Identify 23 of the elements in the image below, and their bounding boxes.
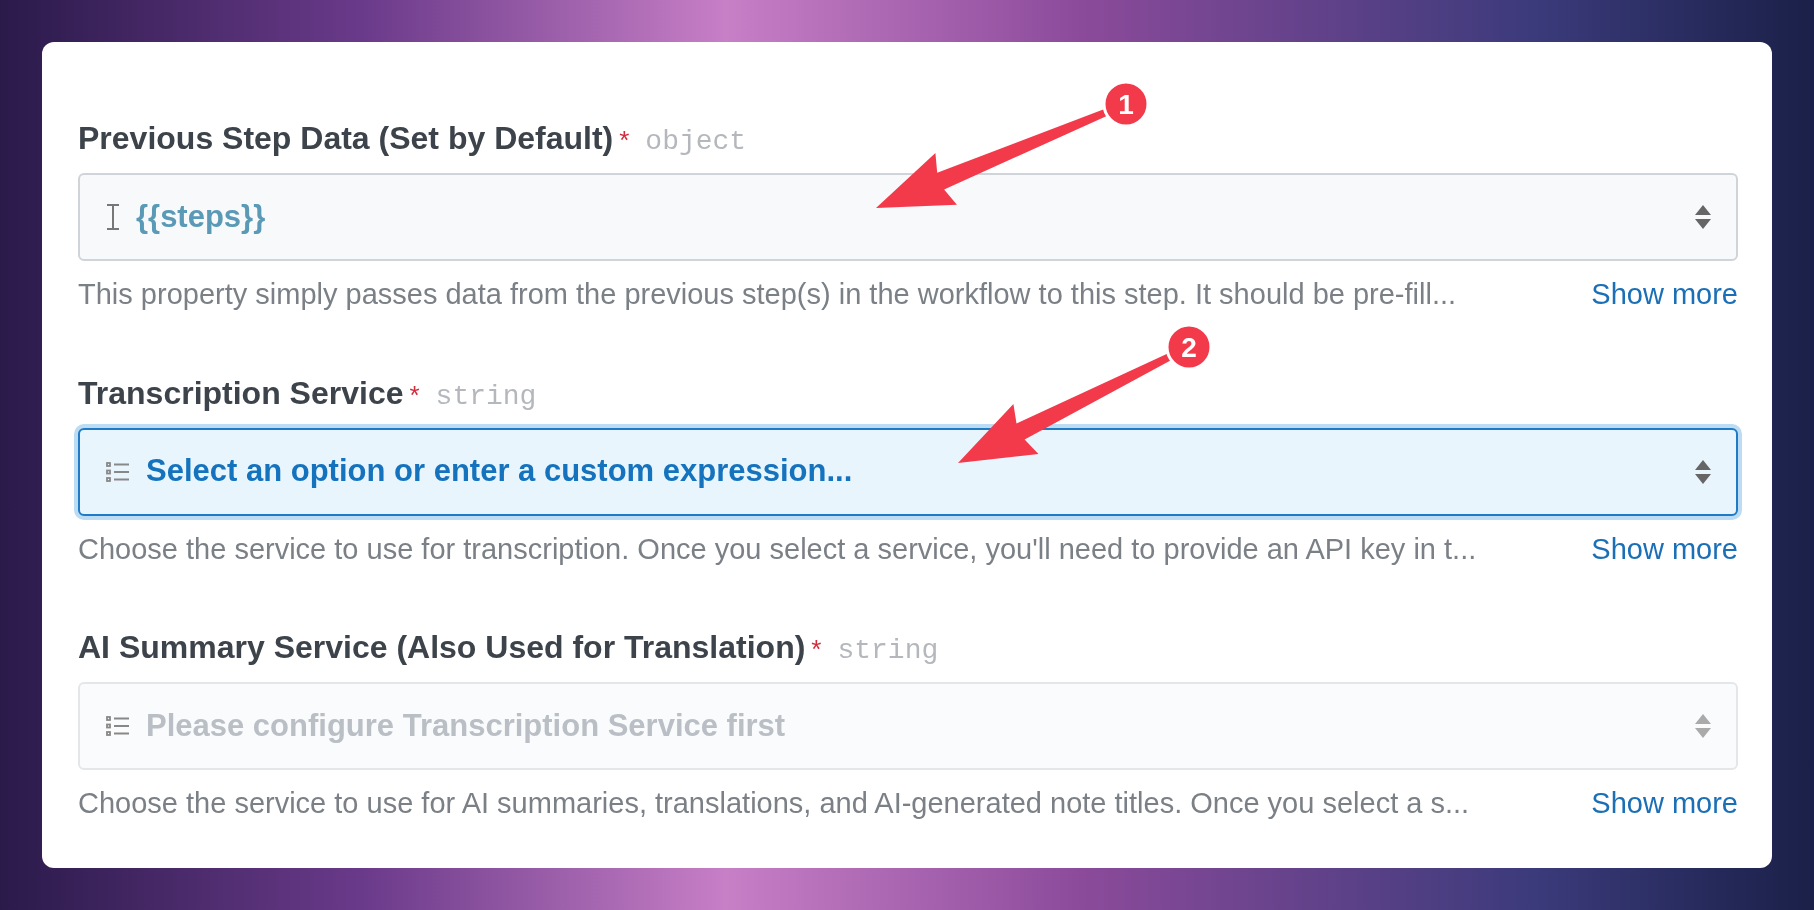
required-mark: * — [619, 124, 630, 157]
select-field[interactable]: {{steps}} — [78, 173, 1738, 261]
list-icon — [106, 715, 130, 737]
field-label: Previous Step Data (Set by Default) — [78, 119, 614, 158]
sort-caret-icon — [1694, 204, 1712, 230]
required-mark: * — [409, 378, 420, 412]
number-badge: 2 — [1165, 323, 1213, 371]
text-cursor-icon — [106, 204, 120, 230]
field-label: Transcription Service — [78, 373, 404, 413]
type-label: string — [435, 379, 537, 414]
type-label: string — [837, 634, 939, 668]
help-text: Choose the service to use for transcription. Once you select a service, you'll need to provide an API key in t... — [78, 531, 1477, 567]
list-icon — [106, 460, 130, 483]
show-more-link[interactable]: Show more — [1591, 273, 1738, 317]
sort-caret-icon — [1694, 458, 1712, 485]
help-text: This property simply passes data from the previous step(s) in the workflow to this step. It should be pre-fill... — [78, 277, 1457, 312]
help-text: Choose the service to use for AI summaries, translations, and AI-generated note titles. Once you select a s... — [78, 786, 1470, 821]
show-more-link[interactable]: Show more — [1591, 527, 1738, 571]
sort-caret-icon — [1694, 713, 1712, 739]
type-label: object — [645, 125, 747, 159]
required-mark: * — [811, 633, 822, 666]
field-label: AI Summary Service (Also Used for Translation) — [78, 628, 806, 667]
number-badge: 1 — [1102, 80, 1150, 128]
